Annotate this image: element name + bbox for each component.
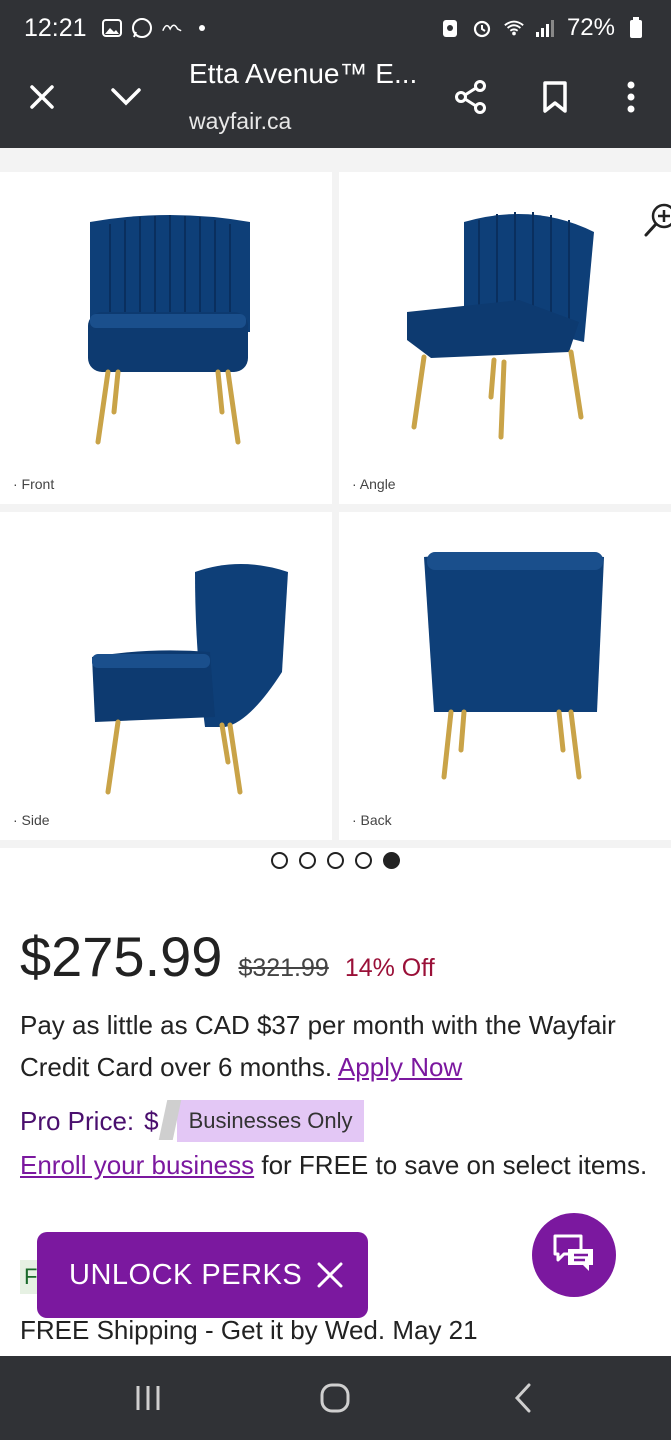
- recents-icon[interactable]: [126, 1376, 170, 1420]
- page-title: Etta Avenue™ E...: [189, 58, 418, 89]
- wifi-icon: [503, 17, 525, 39]
- page-url[interactable]: wayfair.ca: [189, 108, 291, 135]
- current-price: $275.99: [20, 925, 223, 988]
- pagination-dot[interactable]: [299, 852, 316, 869]
- product-gallery[interactable]: · Front · Angle · Side · Back: [0, 148, 671, 848]
- alarm-icon: [471, 17, 493, 39]
- credit-text: Pay as little as CAD $37 per month with …: [20, 1010, 616, 1082]
- close-icon[interactable]: [18, 73, 66, 121]
- caption-front: · Front: [13, 476, 55, 492]
- back-icon[interactable]: [501, 1376, 545, 1420]
- pagination-dot-active[interactable]: [383, 852, 400, 869]
- chat-button[interactable]: [532, 1213, 616, 1297]
- app-icon: [161, 17, 183, 39]
- battery-icon: [625, 17, 647, 39]
- original-price: $321.99: [238, 954, 329, 982]
- businesses-only-badge: Businesses Only: [176, 1100, 365, 1142]
- chair-back-image: [424, 552, 604, 780]
- status-time: 12:21: [24, 13, 87, 42]
- chair-front-image: [88, 215, 250, 445]
- more-vert-icon[interactable]: [607, 73, 655, 121]
- share-icon[interactable]: [447, 73, 495, 121]
- gallery-image-back[interactable]: · Back: [339, 512, 671, 840]
- enroll-business-link[interactable]: Enroll your business: [20, 1150, 254, 1180]
- battery-percent: 72%: [566, 14, 615, 41]
- discount-label: 14% Off: [344, 954, 435, 982]
- unlock-perks-label: UNLOCK PERKS: [69, 1258, 303, 1291]
- status-bar: 12:21 72%: [0, 0, 671, 56]
- chair-side-image: [92, 564, 288, 795]
- dot-icon: [191, 17, 213, 39]
- home-icon[interactable]: [313, 1376, 357, 1420]
- apply-now-link[interactable]: Apply Now: [338, 1052, 462, 1082]
- gallery-icon: [101, 17, 123, 39]
- whatsapp-icon: [131, 17, 153, 39]
- caption-side: · Side: [13, 812, 50, 828]
- notification-icons: [101, 17, 213, 39]
- close-icon[interactable]: [314, 1259, 346, 1291]
- gallery-image-front[interactable]: · Front: [0, 172, 332, 504]
- bookmark-icon[interactable]: [531, 73, 579, 121]
- pro-price-value: $: [144, 1105, 159, 1136]
- enroll-text: for FREE to save on select items.: [261, 1150, 648, 1180]
- gallery-image-side[interactable]: · Side: [0, 512, 332, 840]
- pro-price-label: Pro Price:: [20, 1105, 135, 1136]
- browser-toolbar: Etta Avenue™ E... wayfair.ca: [0, 56, 671, 148]
- pagination-dot[interactable]: [327, 852, 344, 869]
- pagination-dot[interactable]: [355, 852, 372, 869]
- status-right: 72%: [439, 14, 647, 42]
- credit-offer: Pay as little as CAD $37 per month with …: [20, 1004, 650, 1088]
- pagination-dot[interactable]: [271, 852, 288, 869]
- shipping-info: FREE Shipping - Get it by Wed. May 21: [20, 1315, 478, 1345]
- signal-icon: [535, 17, 557, 39]
- price-row: $275.99 $321.99 14% Off: [20, 924, 435, 989]
- gallery-image-angle[interactable]: · Angle: [339, 172, 671, 504]
- enroll-offer: Enroll your business for FREE to save on…: [20, 1144, 650, 1186]
- chevron-down-icon[interactable]: [102, 73, 150, 121]
- chat-icon: [552, 1233, 596, 1278]
- pro-price: Pro Price: $ Businesses Only: [20, 1100, 365, 1142]
- unlock-perks-button[interactable]: UNLOCK PERKS: [37, 1232, 368, 1318]
- lock-icon: [439, 17, 461, 39]
- caption-back: · Back: [352, 812, 392, 828]
- system-nav-bar: [0, 1356, 671, 1440]
- gallery-pagination: [0, 852, 671, 874]
- chair-angle-image: [407, 212, 594, 440]
- caption-angle: · Angle: [352, 476, 396, 492]
